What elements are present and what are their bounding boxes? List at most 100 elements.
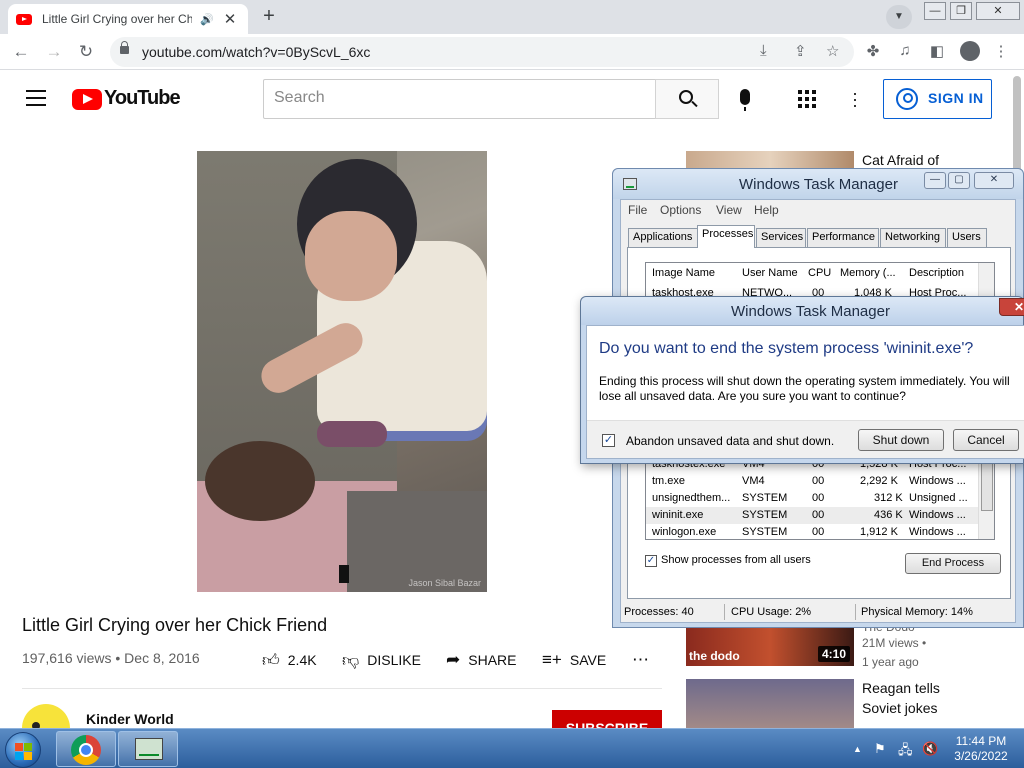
start-button[interactable] (5, 732, 41, 768)
column-memory[interactable]: Memory (... (840, 267, 896, 279)
profile-avatar-icon[interactable] (960, 41, 980, 61)
media-controls-icon[interactable]: ♫ (894, 42, 916, 59)
sign-in-button[interactable]: SIGN IN (883, 79, 992, 119)
tab-users[interactable]: Users (947, 228, 987, 247)
show-all-users-label[interactable]: Show processes from all users (661, 554, 811, 566)
show-all-users-checkbox[interactable]: ✓ (645, 555, 657, 567)
share-page-icon[interactable]: ⇪ (794, 42, 807, 60)
video-title: Little Girl Crying over her Chick Friend (22, 615, 328, 635)
chick-image (205, 441, 315, 521)
taskbar-task-manager-button[interactable] (118, 731, 178, 767)
tm-minimize-button[interactable]: — (924, 172, 946, 189)
url-text[interactable]: youtube.com/watch?v=0ByScvL_6xc (142, 44, 370, 60)
tm-close-button[interactable]: ✕ (974, 172, 1014, 189)
tab-applications[interactable]: Applications (628, 228, 698, 247)
abandon-data-label[interactable]: Abandon unsaved data and shut down. (626, 434, 834, 448)
menu-options[interactable]: Options (660, 203, 701, 217)
menu-view[interactable]: View (716, 203, 742, 217)
restore-window-button[interactable]: ❐ (950, 2, 972, 20)
minimize-window-button[interactable]: — (924, 2, 946, 20)
abandon-data-checkbox[interactable]: ✓ (602, 434, 615, 447)
tab-search-chevron-icon[interactable]: ▼ (886, 5, 912, 29)
install-app-icon[interactable]: ⤓ (760, 42, 767, 59)
dialog-body: Do you want to end the system process 'w… (586, 325, 1024, 459)
end-process-button[interactable]: End Process (905, 553, 1001, 574)
volume-muted-icon[interactable]: 🔇 (922, 741, 938, 757)
show-hidden-icons-arrow-icon[interactable]: ▲ (853, 744, 862, 754)
recommended-thumbnail[interactable]: the dodo 4:10 (686, 628, 854, 666)
chrome-icon (71, 735, 101, 765)
save-button[interactable]: ≡+ SAVE (542, 648, 606, 672)
column-description[interactable]: Description (909, 267, 964, 279)
action-center-flag-icon[interactable]: ⚑ (874, 741, 886, 757)
youtube-logo-icon[interactable] (72, 89, 102, 110)
like-button[interactable]: 👍︎ 2.4K (262, 648, 317, 672)
task-manager-titlebar[interactable]: Windows Task Manager — ▢ ✕ (613, 169, 1023, 199)
recommended-title-line2[interactable]: Soviet jokes (862, 698, 937, 718)
system-clock[interactable]: 11:44 PM 3/26/2022 (946, 734, 1016, 764)
menu-file[interactable]: File (628, 203, 647, 217)
tab-networking[interactable]: Networking (880, 228, 946, 247)
voice-search-mic-icon[interactable] (740, 89, 750, 111)
the-dodo-logo: the dodo (689, 649, 740, 663)
more-horizontal-icon: ⋯ (632, 650, 649, 669)
table-row[interactable]: unsignedthem... SYSTEM 00 312 K Unsigned… (646, 490, 980, 507)
youtube-favicon-icon (16, 13, 32, 25)
hamburger-menu-icon[interactable] (26, 90, 46, 106)
recommended-title[interactable]: Cat Afraid of (862, 150, 939, 170)
tm-maximize-button[interactable]: ▢ (948, 172, 970, 189)
dialog-titlebar[interactable]: Windows Task Manager (581, 297, 1023, 325)
table-row[interactable]: winlogon.exe SYSTEM 00 1,912 K Windows .… (646, 524, 980, 541)
shut-down-button[interactable]: Shut down (858, 429, 944, 451)
network-icon[interactable]: 🖧 (898, 741, 913, 763)
tab-performance[interactable]: Performance (807, 228, 879, 247)
share-button[interactable]: ➦ SHARE (446, 648, 516, 672)
menu-help[interactable]: Help (754, 203, 779, 217)
cancel-button[interactable]: Cancel (953, 429, 1019, 451)
chrome-menu-icon[interactable]: ⋮ (990, 42, 1012, 60)
dialog-message: Ending this process will shut down the o… (599, 374, 1010, 403)
extensions-puzzle-icon[interactable]: ✤ (862, 42, 884, 60)
lock-icon[interactable] (120, 41, 129, 54)
new-tab-button[interactable]: + (256, 5, 282, 29)
tab-services[interactable]: Services (756, 228, 806, 247)
dialog-close-button[interactable]: ✕ (999, 298, 1024, 316)
dialog-question: Do you want to end the system process 'w… (599, 340, 974, 357)
side-panel-icon[interactable]: ◧ (926, 42, 948, 60)
bookmark-star-icon[interactable]: ☆ (826, 42, 839, 60)
browser-tab[interactable]: Little Girl Crying over her Chi 🔊 ✕ (8, 4, 248, 34)
tab-close-icon[interactable]: ✕ (224, 10, 237, 28)
more-actions-button[interactable]: ⋯ (632, 648, 657, 672)
column-user-name[interactable]: User Name (742, 267, 798, 279)
back-arrow-icon[interactable]: ← (9, 40, 33, 64)
address-bar[interactable]: youtube.com/watch?v=0ByScvL_6xc ⤓ ⇪ ☆ (110, 37, 854, 67)
recommended-thumbnail[interactable] (686, 679, 854, 728)
forward-arrow-icon[interactable]: → (42, 40, 66, 64)
browser-toolbar: ← → ↻ youtube.com/watch?v=0ByScvL_6xc ⤓ … (0, 34, 1024, 70)
column-image-name[interactable]: Image Name (652, 267, 715, 279)
channel-name[interactable]: Kinder World (86, 711, 174, 727)
youtube-logo-text[interactable]: YouTube (104, 87, 181, 110)
table-row-selected[interactable]: wininit.exe SYSTEM 00 436 K Windows ... (646, 507, 980, 524)
close-window-button[interactable]: ✕ (976, 2, 1020, 20)
table-row[interactable]: tm.exe VM4 00 2,292 K Windows ... (646, 473, 980, 490)
taskbar-chrome-button[interactable] (56, 731, 116, 767)
youtube-header: YouTube Search · · · SIGN IN (0, 70, 1024, 128)
apps-grid-icon[interactable] (798, 90, 816, 108)
reload-icon[interactable]: ↻ (74, 40, 98, 64)
settings-more-icon[interactable]: · · · (852, 84, 858, 114)
recommended-thumbnail[interactable] (686, 151, 854, 169)
thumbs-down-icon: 👎︎ (342, 650, 360, 670)
browser-tab-strip: Little Girl Crying over her Chi 🔊 ✕ + ▼ … (0, 0, 1024, 34)
dialog-footer: ✓ Abandon unsaved data and shut down. Sh… (587, 420, 1024, 458)
video-player[interactable]: Jason Sibal Bazar (197, 151, 487, 592)
dislike-button[interactable]: 👎︎ DISLIKE (342, 648, 421, 672)
user-account-icon (896, 88, 918, 110)
search-button[interactable] (655, 79, 719, 119)
clock-date: 3/26/2022 (954, 749, 1008, 763)
search-input[interactable]: Search (263, 79, 656, 119)
tab-processes[interactable]: Processes (697, 225, 755, 248)
recommended-title-line1[interactable]: Reagan tells (862, 678, 940, 698)
audio-playing-icon[interactable]: 🔊 (200, 13, 214, 26)
column-cpu[interactable]: CPU (808, 267, 831, 279)
